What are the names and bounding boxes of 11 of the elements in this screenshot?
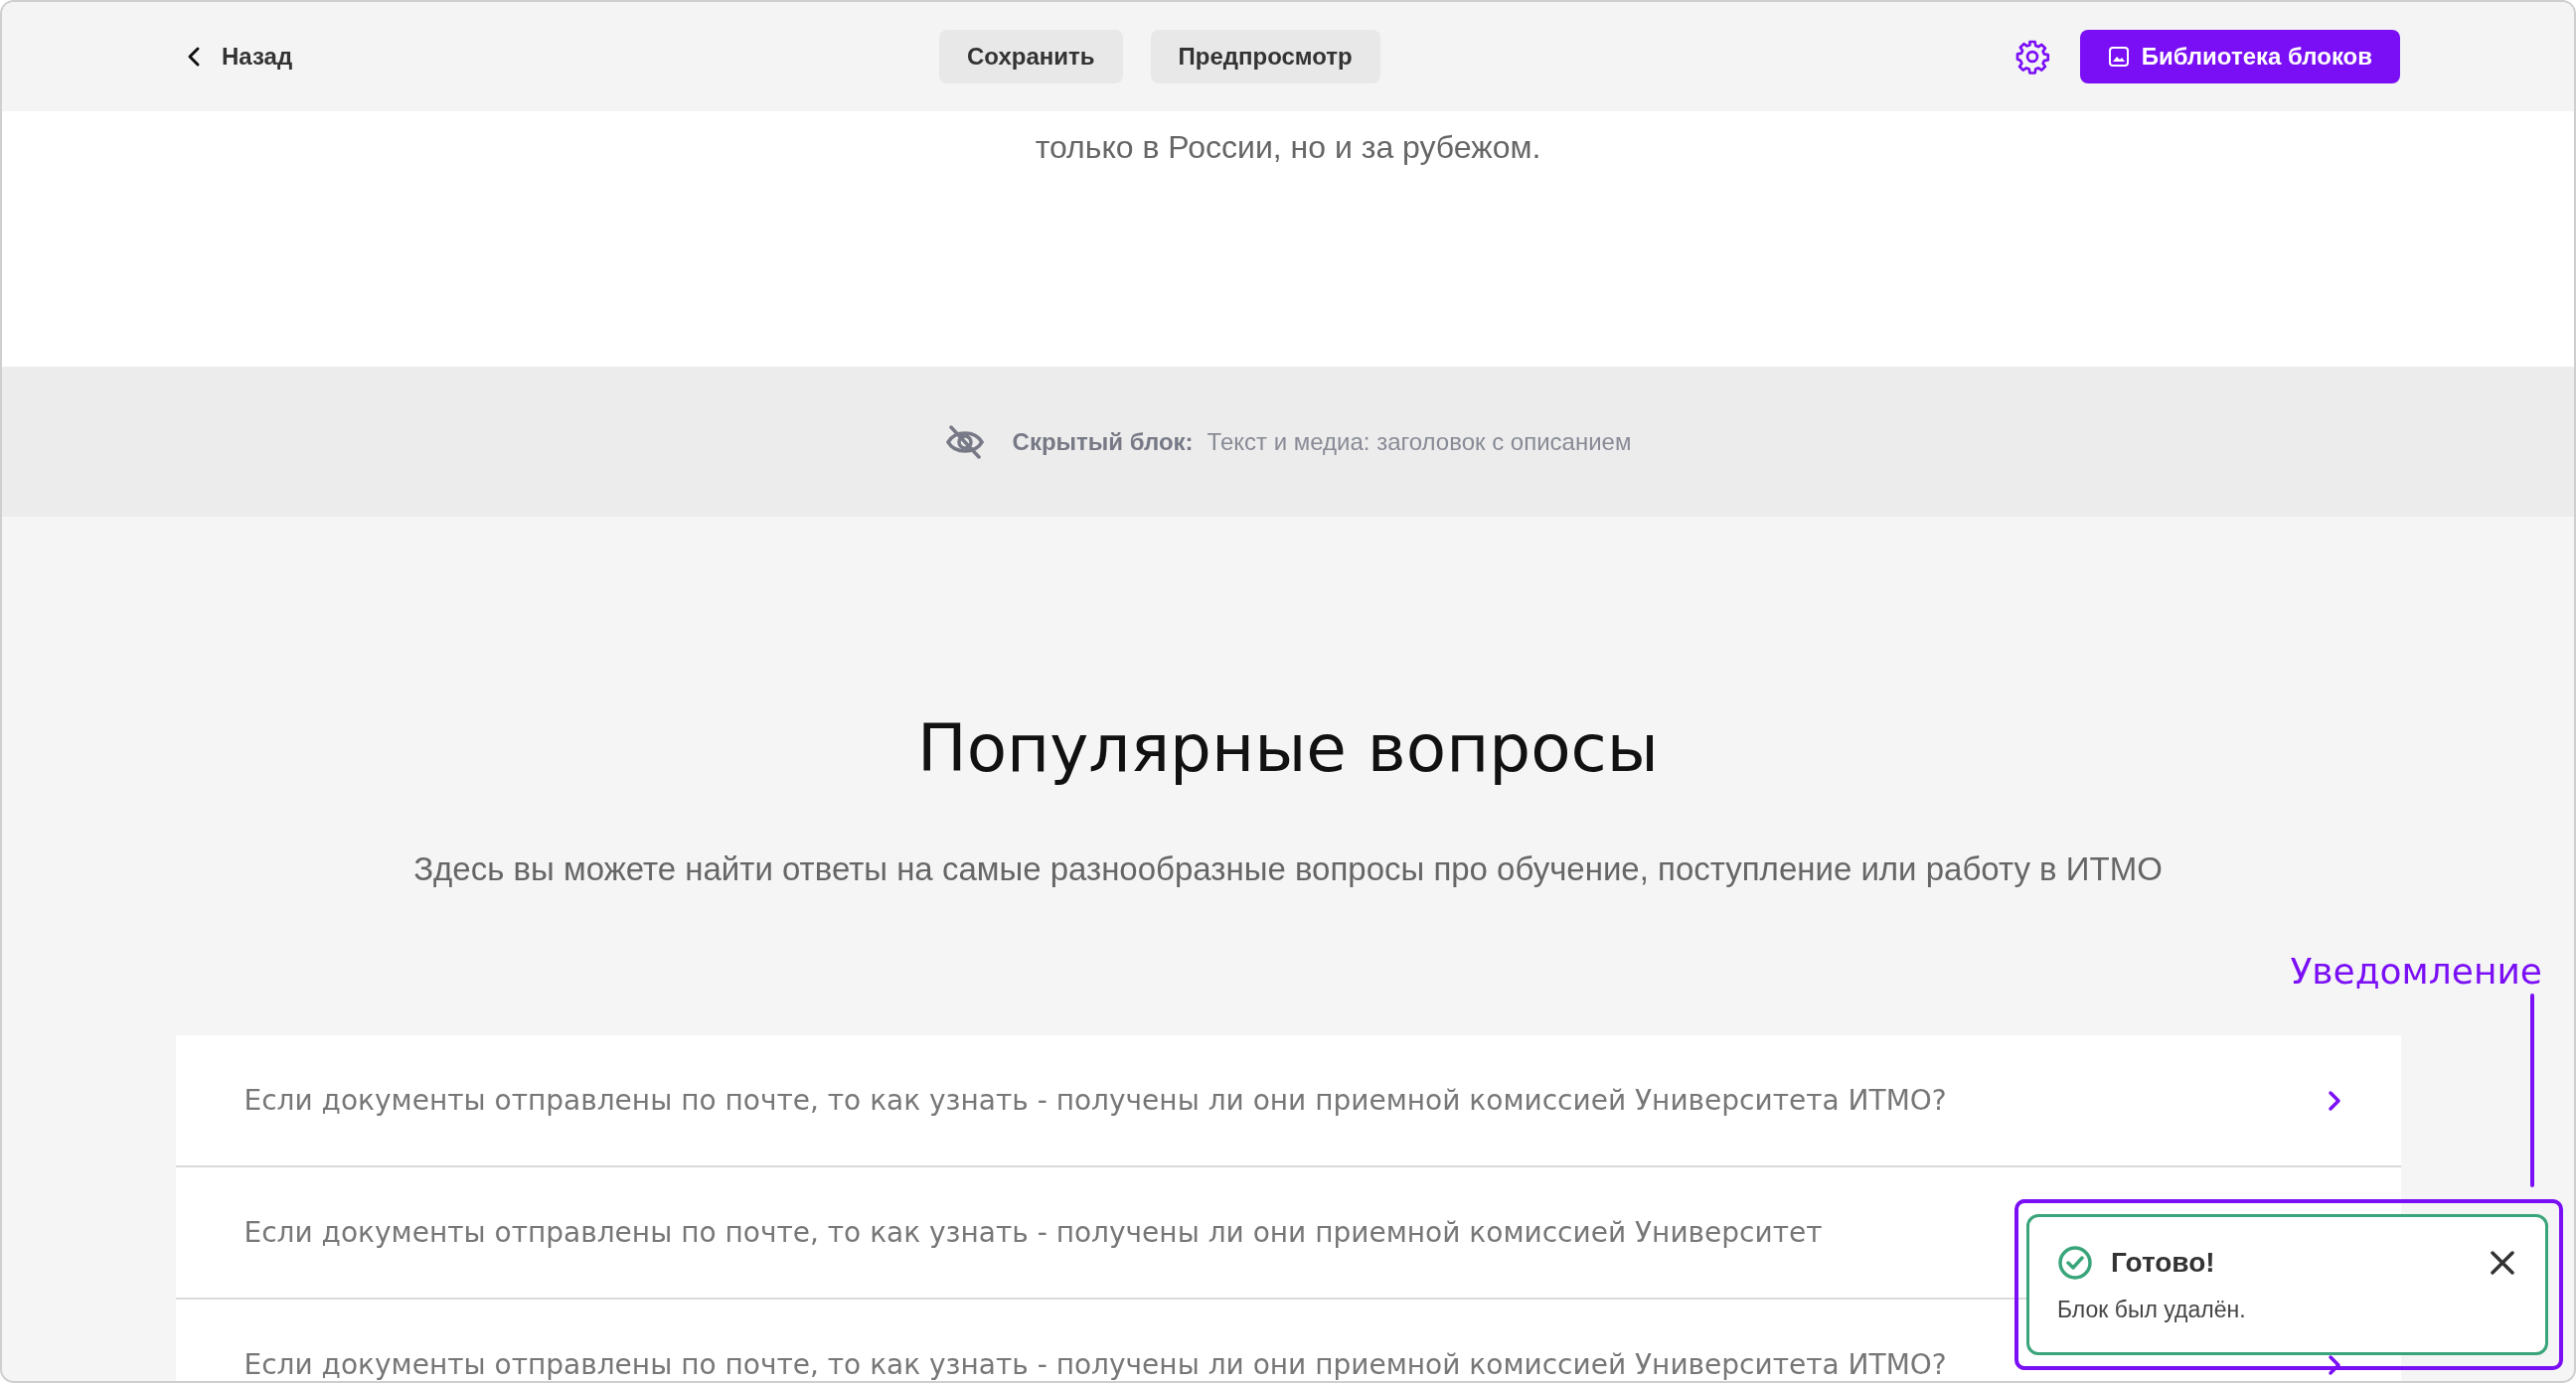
faq-question: Если документы отправлены по почте, то как узнать - получены ли они приемной комиссией Университета ИТМО? bbox=[243, 1348, 1947, 1381]
toast-message: Блок был удалён. bbox=[2057, 1297, 2247, 1323]
toast-title: Готово! bbox=[2111, 1247, 2215, 1279]
faq-question: Если документы отправлены по почте, то как узнать - получены ли они приемной комиссией Университета ИТМО? bbox=[243, 1084, 1947, 1117]
section-title: Популярные вопросы bbox=[917, 710, 1659, 787]
faq-question: Если документы отправлены по почте, то как узнать - получены ли они приемной комиссией Университет bbox=[243, 1216, 1823, 1249]
section-subtitle: Здесь вы можете найти ответы на самые разнообразные вопросы про обучение, поступление или работу в ИТМО bbox=[413, 850, 2163, 888]
annotation-label: Уведомление bbox=[2290, 951, 2542, 992]
hidden-block-label: Скрытый блок: bbox=[1012, 427, 1194, 456]
intro-text: только в России, но и за рубежом. bbox=[1035, 129, 1541, 167]
hidden-block-description: Текст и медиа: заголовок с описанием bbox=[1207, 427, 1632, 456]
